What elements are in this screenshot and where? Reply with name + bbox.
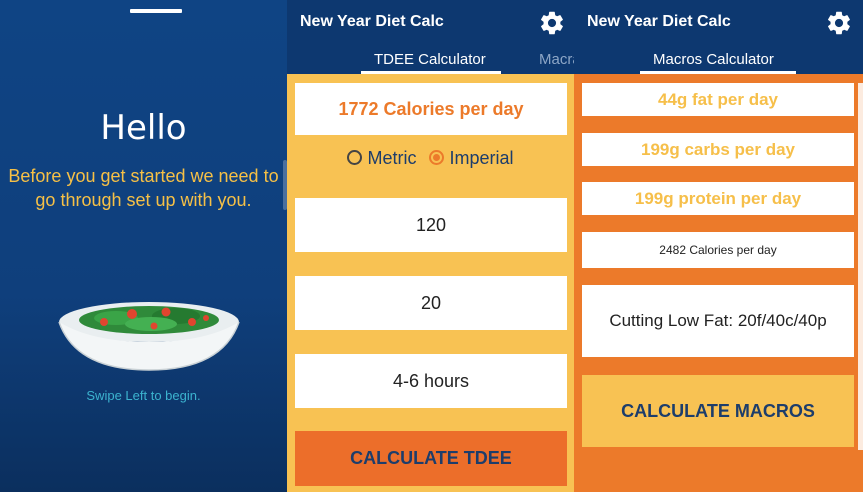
onboarding-screen: Hello Before you get started we need to … [0, 0, 287, 492]
calories-result: 2482 Calories per day [582, 232, 854, 268]
radio-imperial-label: Imperial [449, 147, 514, 168]
fat-result: 44g fat per day [582, 83, 854, 116]
tdee-result: 1772 Calories per day [295, 83, 567, 135]
protein-result: 199g protein per day [582, 182, 854, 215]
onboarding-intro: Before you get started we need to go thr… [8, 166, 279, 210]
gear-icon[interactable] [825, 9, 853, 37]
unit-selector: Metric Imperial [287, 147, 574, 169]
app-title: New Year Diet Calc [300, 13, 444, 30]
radio-imperial[interactable]: Imperial [429, 147, 514, 169]
swipe-hint: Swipe Left to begin. [86, 388, 201, 403]
activity-input[interactable]: 4-6 hours [295, 354, 567, 408]
drag-handle[interactable] [130, 9, 182, 13]
gear-icon[interactable] [538, 9, 566, 37]
tab-bar: Macros Calculator [574, 46, 863, 74]
radio-unchecked-icon [347, 149, 363, 165]
salad-bowl-icon [58, 302, 240, 371]
weight-input[interactable]: 120 [295, 198, 567, 252]
calculate-tdee-button[interactable]: CALCULATE TDEE [295, 431, 567, 486]
tab-macros-calculator[interactable]: Macros Calculator [653, 51, 774, 68]
tdee-screen: New Year Diet Calc TDEE Calculator Macra… [287, 0, 598, 492]
radio-checked-icon [429, 149, 445, 165]
app-bar: New Year Diet Calc [574, 0, 863, 46]
calculate-macros-button[interactable]: CALCULATE MACROS [582, 375, 854, 447]
age-input[interactable]: 20 [295, 276, 567, 330]
tab-bar: TDEE Calculator Macrator [287, 46, 598, 74]
diet-plan-selector[interactable]: Cutting Low Fat: 20f/40c/40p [582, 285, 854, 357]
radio-metric-label: Metric [367, 147, 417, 168]
onboarding-title: Hello [100, 108, 187, 148]
macros-screen: New Year Diet Calc Macros Calculator 44g… [574, 0, 863, 492]
active-tab-indicator [361, 71, 501, 74]
radio-metric[interactable]: Metric [347, 148, 416, 169]
tab-tdee-calculator[interactable]: TDEE Calculator [374, 51, 486, 68]
app-title: New Year Diet Calc [587, 13, 731, 30]
active-tab-indicator [640, 71, 796, 74]
scroll-edge [858, 83, 863, 450]
app-bar: New Year Diet Calc [287, 0, 574, 46]
carbs-result: 199g carbs per day [582, 133, 854, 166]
